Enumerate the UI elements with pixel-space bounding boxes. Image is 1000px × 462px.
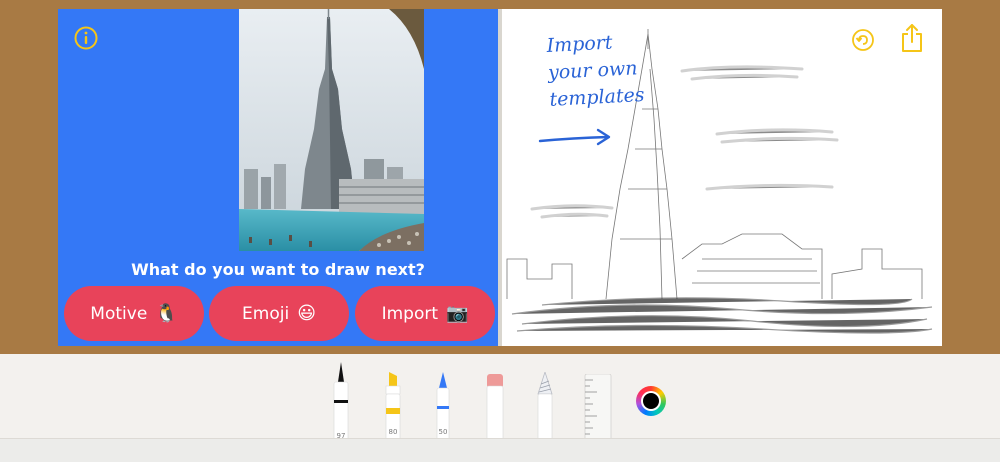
motive-button[interactable]: Motive 🐧	[64, 286, 204, 341]
import-button[interactable]: Import 📷	[355, 286, 495, 341]
tool-palette: 97 80 50	[0, 354, 1000, 462]
prompt-text: What do you want to draw next?	[131, 260, 425, 279]
lasso-tool[interactable]	[535, 370, 555, 441]
emoji-button-label: Emoji	[242, 303, 290, 324]
camera-icon: 📷	[446, 303, 469, 324]
share-icon[interactable]	[900, 23, 924, 53]
pencil-width-label: 50	[438, 428, 448, 436]
color-picker[interactable]	[636, 386, 666, 416]
toolbar-footer	[0, 438, 1000, 462]
eraser-tool[interactable]	[484, 372, 506, 441]
pen-tool[interactable]: 97	[331, 360, 351, 441]
smiley-icon: 😃	[297, 303, 316, 324]
ruler-tool[interactable]	[584, 373, 612, 441]
drawing-canvas[interactable]: Import your own templates	[502, 9, 942, 346]
selected-color-swatch	[643, 393, 659, 409]
arrow-icon	[538, 128, 611, 146]
template-photo	[239, 9, 424, 251]
marker-tool[interactable]: 80	[382, 372, 404, 441]
pencil-tool[interactable]: 50	[433, 372, 453, 441]
template-chooser-panel: What do you want to draw next? Motive 🐧 …	[58, 9, 498, 346]
handwritten-note: Import your own templates	[546, 28, 645, 114]
motive-button-label: Motive	[90, 303, 148, 324]
info-icon[interactable]	[74, 26, 98, 50]
note-line: templates	[548, 83, 646, 111]
marker-width-label: 80	[388, 428, 398, 436]
undo-icon[interactable]	[851, 28, 875, 52]
import-button-label: Import	[381, 303, 438, 324]
emoji-button[interactable]: Emoji 😃	[209, 286, 349, 341]
penguin-icon: 🐧	[155, 303, 178, 324]
